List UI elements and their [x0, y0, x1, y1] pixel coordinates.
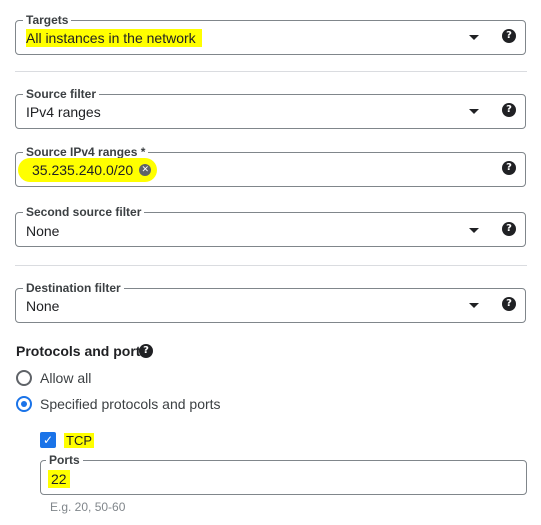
second-source-filter-select[interactable]: Second source filter None ? [15, 205, 526, 247]
help-icon[interactable]: ? [502, 29, 516, 43]
second-source-filter-value: None [26, 223, 60, 239]
source-filter-value: IPv4 ranges [26, 104, 101, 120]
ip-range-chip-label: 35.235.240.0/20 [32, 162, 134, 178]
radio-allow-all[interactable]: Allow all [16, 370, 91, 386]
radio-specified[interactable]: Specified protocols and ports [16, 396, 221, 412]
source-filter-label: Source filter [23, 87, 100, 101]
chevron-down-icon[interactable] [469, 303, 479, 308]
help-icon[interactable]: ? [502, 161, 516, 175]
protocols-title: Protocols and ports [16, 343, 148, 359]
tcp-checkbox-row[interactable]: ✓ TCP [40, 432, 94, 448]
destination-filter-label: Destination filter [23, 281, 124, 295]
source-filter-select[interactable]: Source filter IPv4 ranges ? [15, 87, 526, 129]
close-icon[interactable]: ✕ [139, 164, 152, 176]
source-ranges-label: Source IPv4 ranges * [23, 145, 149, 159]
destination-filter-select[interactable]: Destination filter None ? [15, 281, 526, 323]
radio-specified-label: Specified protocols and ports [40, 396, 221, 412]
second-source-filter-label: Second source filter [23, 205, 145, 219]
chevron-down-icon[interactable] [469, 228, 479, 233]
check-icon[interactable]: ✓ [40, 432, 56, 448]
ip-range-chip[interactable]: 35.235.240.0/20 ✕ [18, 158, 158, 182]
help-icon[interactable]: ? [502, 103, 516, 117]
help-icon[interactable]: ? [502, 222, 516, 236]
protocols-title-text: Protocols and ports [16, 343, 149, 359]
source-ranges-input[interactable]: Source IPv4 ranges * 35.235.240.0/20 ✕ ? [15, 145, 526, 187]
ports-value: 22 [48, 470, 70, 488]
chevron-down-icon[interactable] [469, 35, 479, 40]
divider [15, 265, 527, 266]
divider [15, 71, 527, 72]
radio-button[interactable] [16, 370, 32, 386]
radio-button-checked[interactable] [16, 396, 32, 412]
help-icon[interactable]: ? [502, 297, 516, 311]
ports-input[interactable]: Ports 22 [40, 453, 527, 495]
tcp-label: TCP [64, 432, 94, 448]
targets-select[interactable]: Targets All instances in the network ? [15, 13, 526, 55]
ports-label: Ports [46, 453, 83, 467]
destination-filter-value: None [26, 298, 60, 314]
targets-value: All instances in the network [26, 29, 202, 47]
radio-allow-all-label: Allow all [40, 370, 92, 386]
help-icon[interactable]: ? [139, 344, 153, 358]
ports-hint: E.g. 20, 50-60 [50, 500, 126, 514]
chevron-down-icon[interactable] [469, 109, 479, 114]
targets-label: Targets [23, 13, 72, 27]
